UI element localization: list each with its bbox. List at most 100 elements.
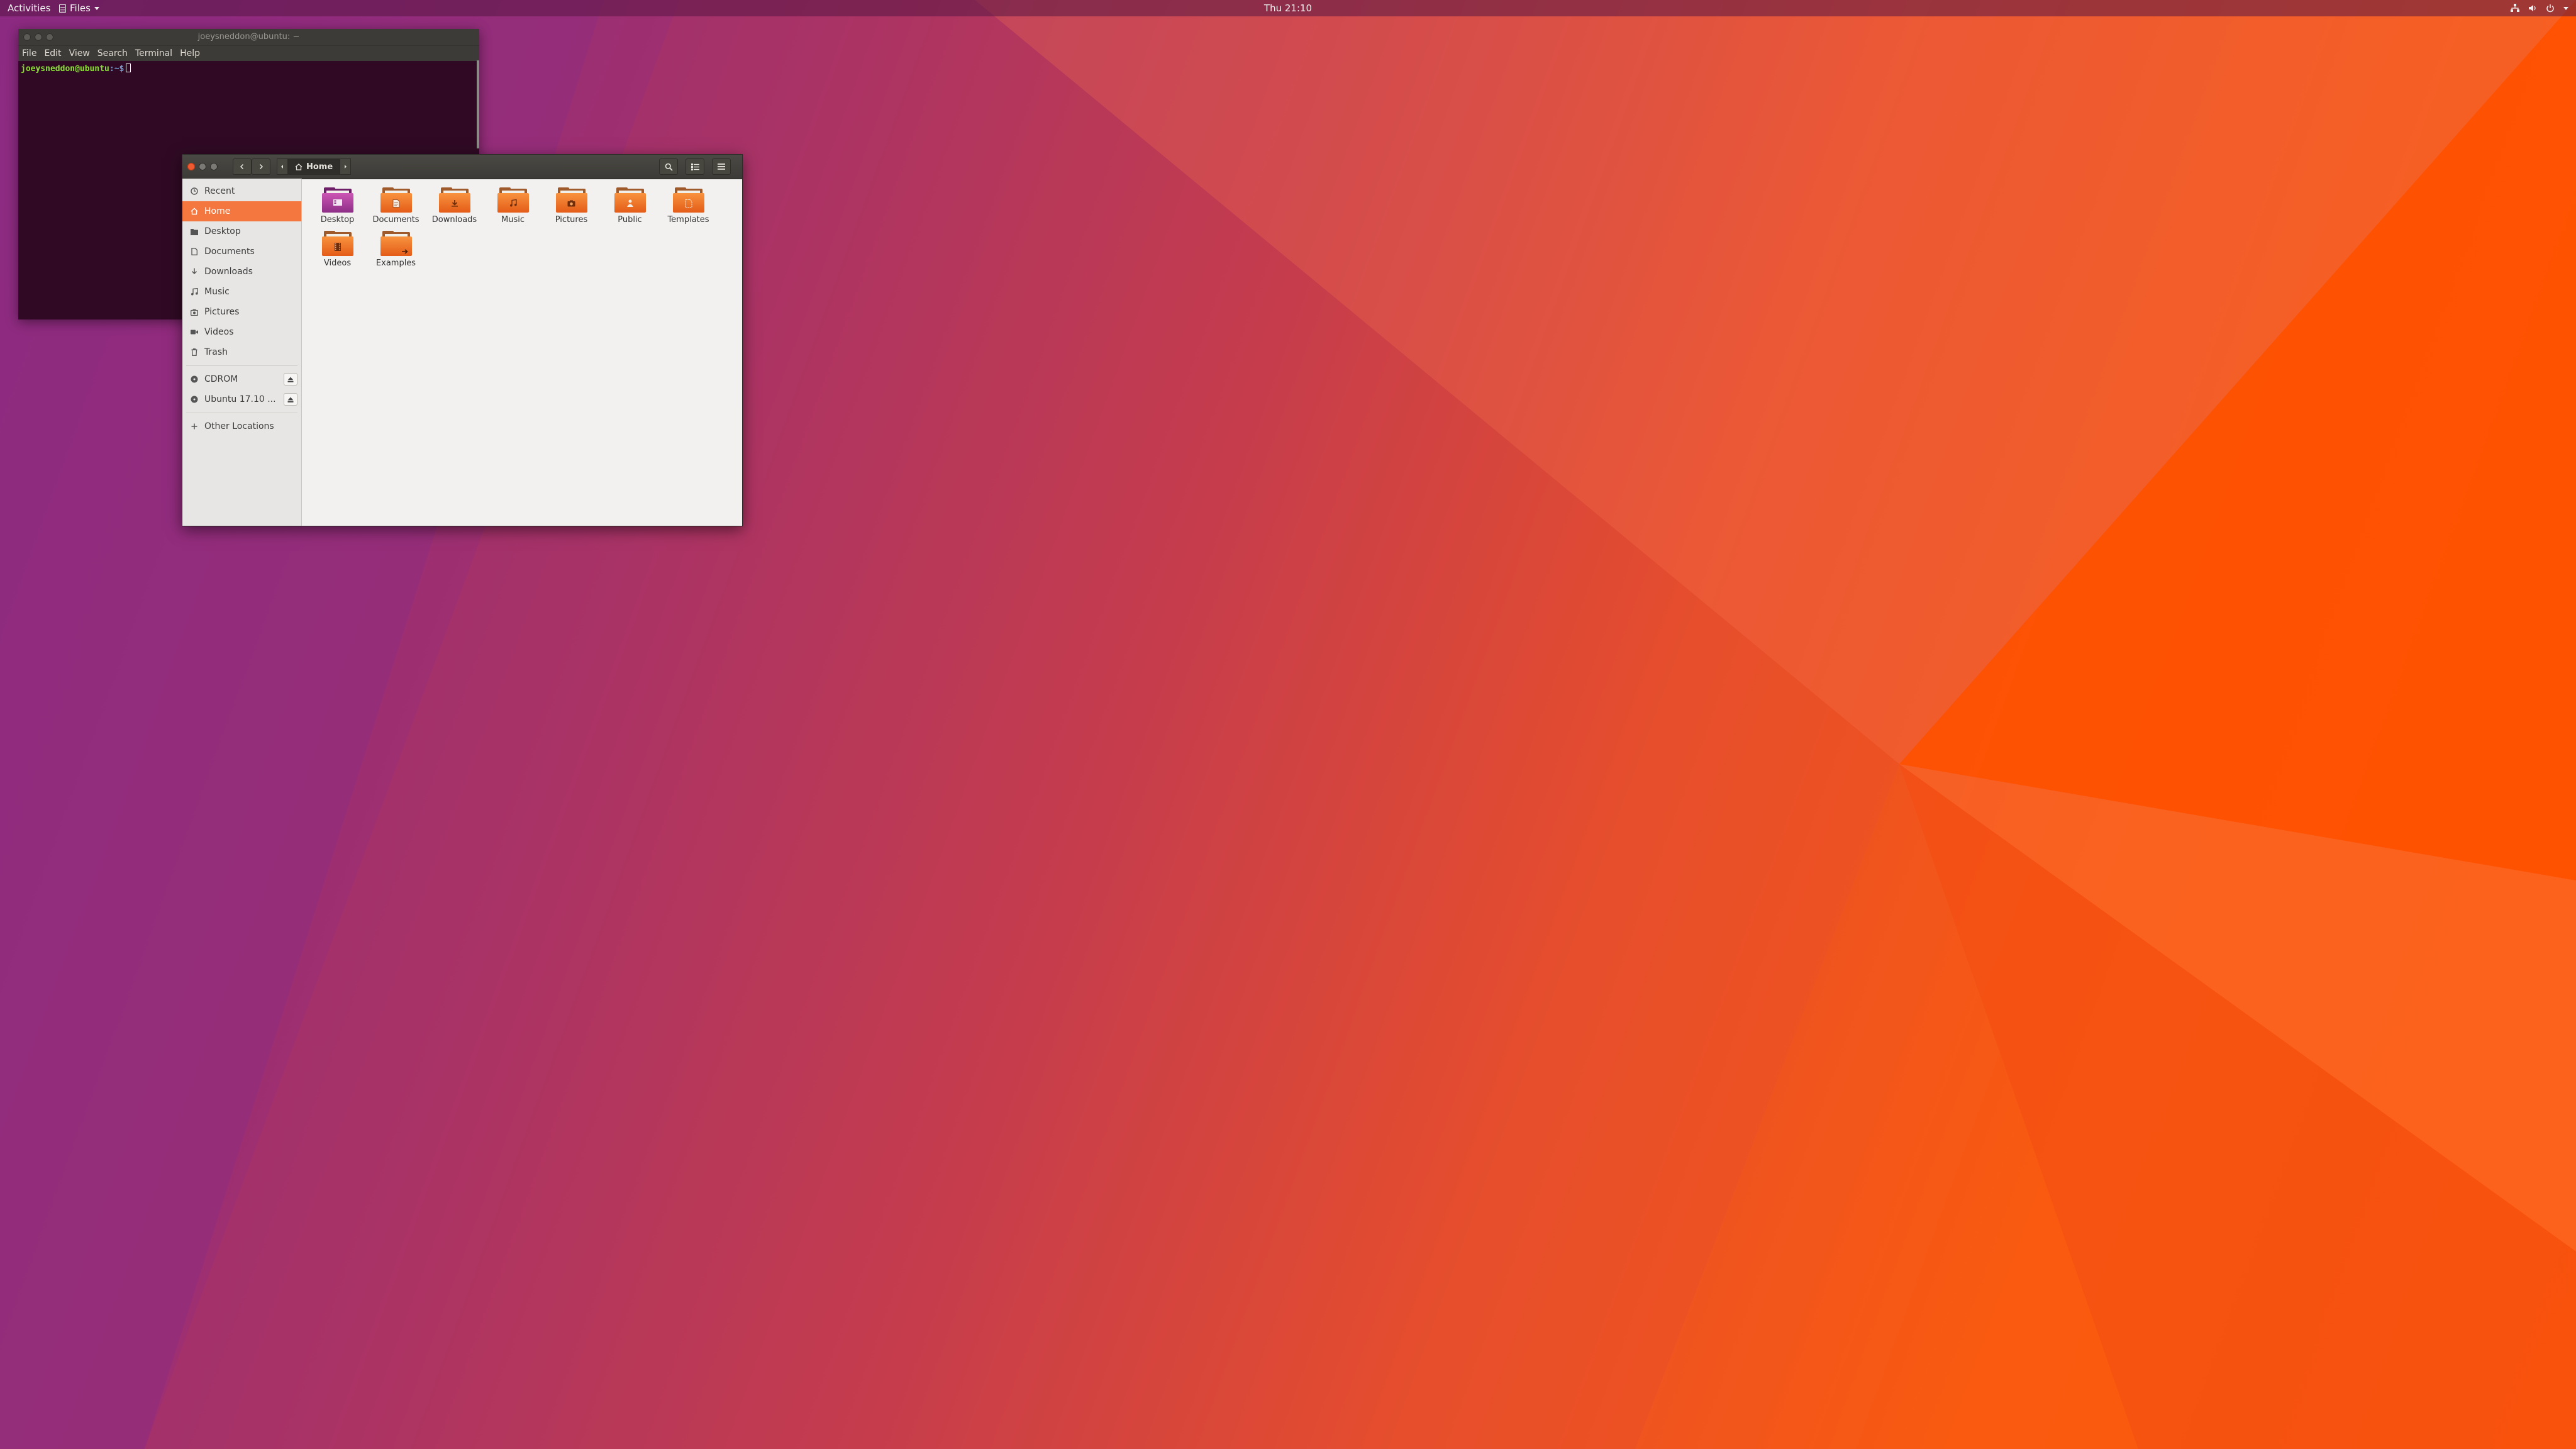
clock[interactable]: Thu 21:10: [1264, 0, 1312, 16]
folder-item-templates[interactable]: Templates: [659, 187, 718, 225]
prompt-user: joeysneddon@ubuntu: [21, 64, 109, 74]
menu-search[interactable]: Search: [97, 46, 128, 61]
app-menu-files[interactable]: Files: [59, 0, 99, 16]
minimize-button[interactable]: [199, 163, 206, 170]
trash-icon: [190, 348, 198, 357]
forward-button[interactable]: [252, 158, 270, 175]
sidebar-item-documents[interactable]: Documents: [182, 242, 301, 262]
folder-icon: [190, 228, 198, 236]
view-options-button[interactable]: [686, 158, 704, 175]
search-icon: [665, 163, 673, 171]
sidebar-item-label: Other Locations: [204, 421, 274, 431]
network-icon[interactable]: [2511, 4, 2519, 13]
chevron-down-icon[interactable]: [2563, 6, 2568, 10]
sidebar-item-videos[interactable]: Videos: [182, 322, 301, 342]
sidebar-item-label: Music: [204, 287, 230, 297]
sidebar-item-label: Pictures: [204, 307, 240, 317]
sidebar-item-label: CDROM: [204, 374, 238, 384]
files-window[interactable]: Home Recent Home Desktop Documents Downl…: [182, 154, 743, 526]
video-icon: [190, 328, 198, 336]
eject-icon: [287, 397, 294, 402]
path-segment-home[interactable]: Home: [288, 158, 340, 175]
pictures-folder-icon: [555, 187, 587, 213]
volume-icon[interactable]: [2528, 4, 2537, 13]
folder-name: Pictures: [555, 215, 588, 225]
sidebar-item-pictures[interactable]: Pictures: [182, 302, 301, 322]
folder-name: Public: [618, 215, 642, 225]
menu-edit[interactable]: Edit: [44, 46, 61, 61]
folder-name: Templates: [667, 215, 709, 225]
sidebar-item-recent[interactable]: Recent: [182, 181, 301, 201]
menu-view[interactable]: View: [69, 46, 90, 61]
text-cursor: [126, 64, 131, 72]
sidebar-item-other-locations[interactable]: Other Locations: [182, 416, 301, 436]
menu-help[interactable]: Help: [180, 46, 200, 61]
caret-right-icon: [345, 165, 347, 169]
search-button[interactable]: [659, 158, 678, 175]
terminal-menubar: File Edit View Search Terminal Help: [18, 45, 479, 61]
prompt-path: :~$: [109, 64, 125, 74]
minimize-button[interactable]: [35, 33, 42, 41]
terminal-content[interactable]: joeysneddon@ubuntu:~$: [18, 61, 479, 76]
terminal-title: joeysneddon@ubuntu: ~: [197, 32, 300, 42]
folder-item-documents[interactable]: Documents: [367, 187, 425, 225]
sidebar-item-cdrom[interactable]: CDROM: [182, 369, 301, 389]
home-icon: [295, 163, 303, 170]
eject-button[interactable]: [284, 393, 297, 406]
folder-name: Videos: [323, 258, 352, 268]
close-button[interactable]: [187, 163, 195, 170]
files-app-icon: [59, 4, 66, 13]
folder-item-desktop[interactable]: Desktop: [308, 187, 367, 225]
files-icon-view[interactable]: Desktop Documents Downloads Music Pictur…: [302, 179, 742, 526]
sidebar-item-label: Home: [204, 206, 231, 216]
sidebar-item-desktop[interactable]: Desktop: [182, 221, 301, 242]
files-headerbar[interactable]: Home: [182, 155, 742, 179]
files-sidebar: Recent Home Desktop Documents Downloads …: [182, 179, 302, 526]
maximize-button[interactable]: [210, 163, 218, 170]
terminal-titlebar[interactable]: joeysneddon@ubuntu: ~: [18, 29, 479, 45]
folder-name: Documents: [372, 215, 419, 225]
sidebar-item-downloads[interactable]: Downloads: [182, 262, 301, 282]
path-scroll-left[interactable]: [277, 158, 288, 175]
desktop: Activities Files Thu 21:10 joeysneddon@u…: [0, 0, 2576, 1449]
sidebar-item-label: Downloads: [204, 267, 253, 277]
path-segment-label: Home: [306, 162, 333, 172]
sidebar-item-label: Videos: [204, 327, 234, 337]
download-icon: [190, 268, 198, 276]
sidebar-item-label: Documents: [204, 247, 255, 257]
terminal-scrollbar[interactable]: [477, 60, 479, 148]
menu-button[interactable]: [712, 158, 731, 175]
menu-terminal[interactable]: Terminal: [135, 46, 172, 61]
chevron-right-icon: [259, 164, 264, 170]
sidebar-item-label: Recent: [204, 186, 235, 196]
folder-item-examples[interactable]: Examples: [367, 231, 425, 268]
path-scroll-right[interactable]: [340, 158, 352, 175]
folder-item-public[interactable]: Public: [601, 187, 659, 225]
chevron-down-icon: [94, 6, 99, 10]
sidebar-item-label: Ubuntu 17.10 ...: [204, 394, 276, 404]
sidebar-item-trash[interactable]: Trash: [182, 342, 301, 362]
eject-button[interactable]: [284, 373, 297, 386]
system-tray[interactable]: [2511, 0, 2568, 16]
desktop-folder-icon: [321, 187, 353, 213]
sidebar-item-ubuntu-disc[interactable]: Ubuntu 17.10 ...: [182, 389, 301, 409]
close-button[interactable]: [23, 33, 31, 41]
folder-name: Music: [501, 215, 525, 225]
camera-icon: [190, 308, 198, 316]
app-menu-label: Files: [70, 3, 91, 14]
power-icon[interactable]: [2546, 4, 2555, 13]
sidebar-item-music[interactable]: Music: [182, 282, 301, 302]
folder-name: Downloads: [431, 215, 477, 225]
folder-item-videos[interactable]: Videos: [308, 231, 367, 268]
folder-item-downloads[interactable]: Downloads: [425, 187, 484, 225]
disc-icon: [190, 396, 198, 404]
menu-file[interactable]: File: [22, 46, 36, 61]
maximize-button[interactable]: [46, 33, 53, 41]
sidebar-item-home[interactable]: Home: [182, 201, 301, 221]
sidebar-item-label: Desktop: [204, 226, 241, 236]
folder-item-music[interactable]: Music: [484, 187, 542, 225]
back-button[interactable]: [233, 158, 252, 175]
activities-button[interactable]: Activities: [8, 0, 50, 16]
folder-item-pictures[interactable]: Pictures: [542, 187, 601, 225]
downloads-folder-icon: [438, 187, 470, 213]
